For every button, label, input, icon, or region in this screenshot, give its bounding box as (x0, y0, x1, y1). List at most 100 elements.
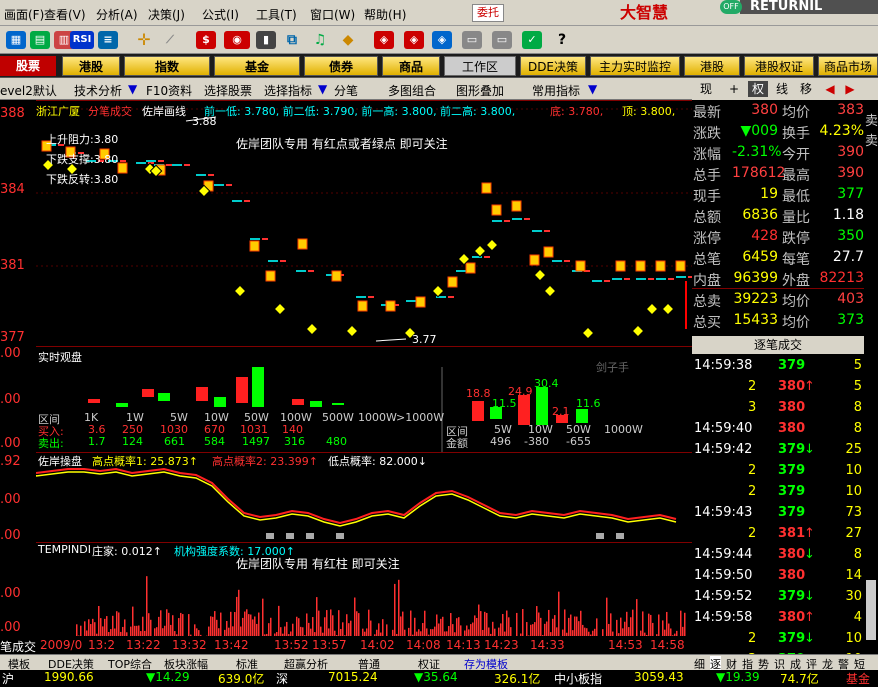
quote-cell: 377 (837, 186, 864, 202)
separator (692, 288, 864, 289)
nav-right-item[interactable]: DDE决策 (520, 56, 586, 76)
sub-item[interactable]: 多图组合 (388, 82, 436, 99)
tick-row[interactable]: 14:59:383795 (692, 358, 864, 379)
menu-item[interactable]: 公式(I) (202, 6, 239, 23)
nav-stocks-button[interactable]: 股票 (0, 56, 56, 76)
time-tick: 14:02 (360, 638, 395, 652)
rtab[interactable]: 线 (772, 81, 792, 97)
tick-cell: 379 (778, 589, 805, 604)
tick-row[interactable]: 2379↓10 (692, 631, 864, 652)
menu-item[interactable]: 窗口(W) (310, 6, 355, 23)
sell-val: 480 (326, 435, 347, 448)
nav-item[interactable]: 商品 (382, 56, 440, 76)
tick-row[interactable]: 14:59:4337973 (692, 505, 864, 526)
sub-item[interactable]: 技术分析 (74, 82, 122, 99)
sub-item[interactable]: 分笔 (334, 82, 358, 99)
nav-item[interactable]: 港股 (62, 56, 120, 76)
nav-right-item[interactable]: 港股 (684, 56, 740, 76)
tick-row[interactable]: 14:59:42379↓25 (692, 442, 864, 463)
prev-icon[interactable]: ◀ (820, 81, 840, 97)
list-icon[interactable]: ≡ (98, 31, 118, 49)
menu-item[interactable]: 决策(J) (148, 6, 185, 23)
tick-row[interactable]: 14:59:44380↓8 (692, 547, 864, 568)
sub-item[interactable]: 选择指标 (264, 82, 312, 99)
dragon-icon[interactable]: ◈ (374, 31, 394, 49)
signal-mark (596, 533, 604, 539)
stats-icon[interactable]: ◉ (224, 31, 250, 49)
bell-icon[interactable]: ♫ (310, 31, 330, 49)
temp-bar (536, 606, 538, 639)
weituo-button[interactable]: 委托 (472, 4, 504, 22)
signal-diamond (632, 325, 643, 336)
menu-item[interactable]: 分析(A) (96, 6, 138, 23)
grid-icon[interactable]: ▦ (6, 31, 26, 49)
menu-item[interactable]: 工具(T) (256, 6, 297, 23)
nav-item[interactable]: 债券 (304, 56, 378, 76)
ruler-icon[interactable]: ⟋ (160, 31, 180, 49)
bar-icon[interactable]: ▮ (256, 31, 276, 49)
menu-item[interactable]: 查看(V) (44, 6, 86, 23)
rtab[interactable]: 移 (796, 81, 816, 97)
rsi-icon[interactable]: RSI (70, 31, 94, 49)
signal-box (544, 247, 553, 257)
tick-row[interactable]: 14:59:5038014 (692, 568, 864, 589)
tick-row[interactable]: 14:59:58380↑4 (692, 610, 864, 631)
sz-change: ▼35.64 (414, 670, 458, 684)
off-toggle[interactable]: OFF (720, 0, 742, 14)
resist-label: 上升阻力:3.80 (46, 131, 118, 147)
dropdown-icon[interactable]: ▼ (588, 82, 597, 96)
sub-item[interactable]: 图形叠加 (456, 82, 504, 99)
quote-cell: 均价 (782, 291, 810, 311)
flow-bar (292, 399, 304, 405)
help-icon[interactable]: ? (552, 31, 572, 49)
tick-cell: 14:59:58 (694, 610, 752, 625)
tick-cell: 14:59:42 (694, 442, 752, 457)
chart-icon[interactable]: ▤ (30, 31, 50, 49)
tick-row[interactable]: 33808 (692, 400, 864, 421)
tick-row[interactable]: 2381↑27 (692, 526, 864, 547)
sub-item[interactable]: 常用指标 (532, 82, 580, 99)
dollar-icon[interactable]: $ (196, 31, 216, 49)
jj-label: 基金 (846, 670, 870, 687)
fire-icon[interactable]: ◈ (404, 31, 424, 49)
temp-bar (236, 597, 238, 639)
tick-cell: 381 (778, 526, 805, 541)
tick-dot (624, 278, 630, 280)
quote-cell: 内盘 (693, 270, 721, 290)
nav-item[interactable]: 基金 (214, 56, 300, 76)
rtab[interactable]: 权 (748, 81, 768, 97)
workarea-button[interactable]: 工作区 (444, 56, 516, 76)
returnil-bar[interactable]: RETURNIL (740, 0, 878, 14)
menu-item[interactable]: 帮助(H) (364, 6, 406, 23)
scrollbar-thumb[interactable] (866, 580, 876, 640)
tick-header: 逐笔成交 (692, 336, 864, 354)
sub-item[interactable]: 选择股票 (204, 82, 252, 99)
tick-cell: ↓ (804, 547, 815, 562)
tick-row[interactable]: 237910 (692, 463, 864, 484)
panel2-title: 实时观盘 (38, 349, 82, 365)
nav-right-item[interactable]: 商品市场 (818, 56, 878, 76)
tick-row[interactable]: 237910 (692, 484, 864, 505)
nav-item[interactable]: 指数 (124, 56, 210, 76)
window2-icon[interactable]: ▭ (492, 31, 512, 49)
dropdown-icon[interactable]: ▼ (128, 82, 137, 96)
dropdown-icon[interactable]: ▼ (318, 82, 327, 96)
rtab[interactable]: 现 (696, 81, 716, 97)
sub-item[interactable]: evel2默认 (0, 82, 57, 99)
crosshair-icon[interactable]: ✛ (134, 31, 154, 49)
check-icon[interactable]: ✓ (522, 31, 542, 49)
speaker-icon[interactable]: ◆ (338, 31, 358, 49)
menu-item[interactable]: 画面(F) (4, 6, 44, 23)
binoculars-icon[interactable]: ⧉ (282, 31, 302, 49)
tick-row[interactable]: 2380↑5 (692, 379, 864, 400)
tick-row[interactable]: 14:59:403808 (692, 421, 864, 442)
tick-cell: 14 (845, 568, 862, 583)
sub-item[interactable]: F10资料 (146, 82, 192, 99)
next-icon[interactable]: ▶ (840, 81, 860, 97)
nav-right-item[interactable]: 港股权证 (744, 56, 814, 76)
rtab[interactable]: + (724, 81, 744, 97)
window-icon[interactable]: ▭ (462, 31, 482, 49)
globe-icon[interactable]: ◈ (432, 31, 452, 49)
tick-row[interactable]: 14:59:52379↓30 (692, 589, 864, 610)
nav-right-item[interactable]: 主力实时监控 (590, 56, 680, 76)
